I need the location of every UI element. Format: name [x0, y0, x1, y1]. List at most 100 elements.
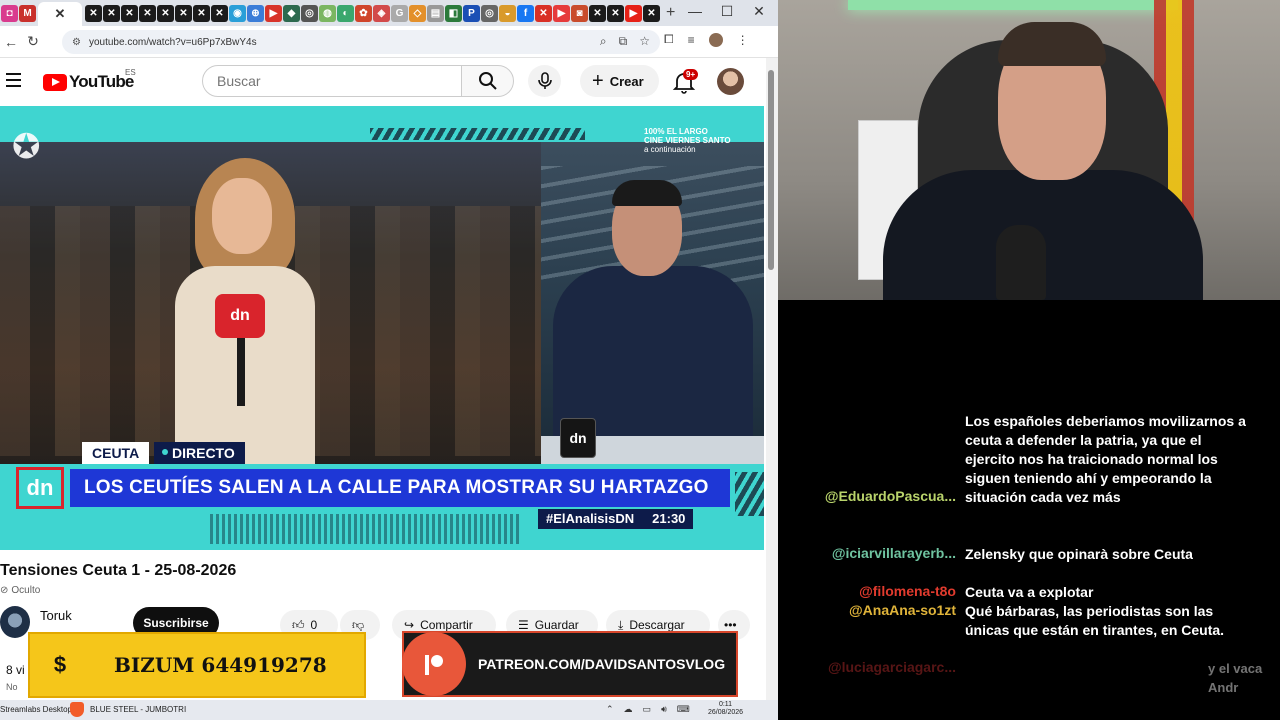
visibility-indicator: ⊘ Oculto — [0, 585, 40, 596]
url-field[interactable]: ⚙ youtube.com/watch?v=u6Pp7xBwY4s ⌕ ⧉ ☆ — [62, 30, 660, 54]
tab-x[interactable]: ✕ — [121, 4, 138, 22]
tab-favicon[interactable]: ◈ — [373, 4, 390, 22]
tab-favicon[interactable]: ✿ — [355, 4, 372, 22]
tab-x[interactable]: ✕ — [175, 4, 192, 22]
minimize-button[interactable]: — — [680, 3, 710, 19]
create-label: Crear — [609, 73, 644, 89]
chat-message-text: Zelensky que opinarà sobre Ceuta — [965, 546, 1193, 562]
view-subline: No — [6, 682, 18, 692]
reporter-face — [212, 178, 272, 254]
keyboard-icon[interactable]: ⌨ — [677, 704, 690, 715]
tab-favicon[interactable]: ▶ — [553, 4, 570, 22]
menu-hamburger-icon[interactable] — [6, 73, 21, 87]
tab-x[interactable]: ✕ — [643, 4, 660, 22]
system-tray: ⌃ ☁ ▭ 🔊︎ ⌨ — [606, 704, 690, 715]
tab-favicon[interactable]: f — [517, 4, 534, 22]
install-app-icon[interactable]: ⧉ — [619, 34, 628, 49]
decorative-stripes — [370, 128, 585, 140]
patreon-url: PATREON.COM/DAVIDSANTOSVLOG — [478, 656, 726, 672]
tab-favicon[interactable]: G — [391, 4, 408, 22]
active-tab[interactable]: ✕ — [38, 2, 82, 26]
patreon-logo — [402, 632, 466, 696]
cloud-icon[interactable]: ☁ — [624, 704, 633, 715]
tab-favicon[interactable]: ◒ — [499, 4, 516, 22]
tab-favicon[interactable]: ◙ — [571, 4, 588, 22]
tab-favicon[interactable]: ◇ — [409, 4, 426, 22]
clock-time: 0:11 — [718, 701, 733, 708]
tab-favicon[interactable]: ◉ — [229, 4, 246, 22]
tab-favicon[interactable]: ▤ — [427, 4, 444, 22]
hashtag-text: #ElAnalisisDN — [546, 511, 635, 526]
chat-username: @filomena-t8o — [859, 583, 956, 599]
tab-x[interactable]: ✕ — [589, 4, 606, 22]
tab-strip: ◘ M ✕ ✕ ✕ ✕ ✕ ✕ ✕ ✕ ✕ ◉ ⊕ ▶ ◆ ◎ ◍ ◐ ✿ ◈ … — [0, 0, 778, 26]
reload-icon[interactable]: ↻ — [22, 33, 44, 50]
chevron-up-icon[interactable]: ⌃ — [606, 704, 614, 715]
tab-favicon[interactable]: ◆ — [283, 4, 300, 22]
tab-x[interactable]: ✕ — [193, 4, 210, 22]
view-count: 8 vi — [6, 663, 25, 677]
tab-favicon[interactable]: ◍ — [319, 4, 336, 22]
bizum-number: BIZUM 644919278 — [114, 653, 327, 677]
zoom-icon[interactable]: ⌕ — [600, 34, 607, 49]
scrollbar-thumb[interactable] — [768, 70, 774, 270]
channel-avatar[interactable] — [0, 606, 30, 638]
tab-x[interactable]: ✕ — [139, 4, 156, 22]
tab-favicon[interactable]: M — [19, 4, 36, 22]
video-player[interactable]: dn ✪ dn 100% EL LARGO CINE VIERNES SANTO… — [0, 106, 764, 550]
tab-favicon[interactable]: ⊕ — [247, 4, 264, 22]
monitor-icon[interactable]: ▭ — [643, 704, 652, 715]
maximize-button[interactable]: ☐ — [712, 3, 742, 20]
extensions-icon[interactable]: ⧠ — [664, 32, 674, 47]
tab-favicon[interactable]: ▶ — [265, 4, 282, 22]
search-icon — [478, 72, 497, 90]
live-tag-label: DIRECTO — [172, 445, 235, 461]
tab-favicon[interactable]: ✕ — [535, 4, 552, 22]
account-avatar[interactable] — [717, 68, 744, 95]
broadcast-microphone: dn — [215, 294, 265, 338]
search-button[interactable] — [461, 65, 514, 97]
speaker-icon[interactable]: 🔊︎ — [661, 704, 667, 715]
search-input[interactable]: Buscar — [202, 65, 462, 97]
youtube-logo-text: YouTube — [69, 72, 134, 91]
tab-close-icon[interactable]: ✕ — [55, 6, 66, 22]
tab-x[interactable]: ✕ — [211, 4, 228, 22]
back-arrow-icon[interactable]: ← — [0, 34, 22, 50]
url-text[interactable]: youtube.com/watch?v=u6Pp7xBwY4s — [89, 37, 257, 48]
led-strip — [848, 0, 1178, 10]
patreon-icon — [425, 655, 443, 675]
tab-x[interactable]: ✕ — [103, 4, 120, 22]
brave-browser-icon[interactable] — [70, 702, 84, 717]
location-tag: CEUTA — [82, 442, 150, 464]
taskbar-clock[interactable]: 0:11 26/08/2026 — [708, 701, 743, 718]
upcoming-program-bug: 100% EL LARGO CINE VIERNES SANTO a conti… — [644, 127, 736, 164]
tab-favicon[interactable]: P — [463, 4, 480, 22]
create-button[interactable]: + Crear — [580, 65, 659, 97]
microphone-icon — [537, 72, 552, 89]
visibility-label: Oculto — [11, 585, 41, 596]
tab-x[interactable]: ✕ — [157, 4, 174, 22]
tab-favicon[interactable]: ◘ — [1, 4, 18, 22]
voice-search-button[interactable] — [528, 65, 561, 97]
bookmark-star-icon[interactable]: ☆ — [639, 34, 650, 49]
youtube-logo[interactable]: YouTube — [43, 72, 134, 92]
chat-username: @iciarvillarayerb... — [831, 545, 956, 561]
taskbar-app-window[interactable]: BLUE STEEL - JUMBOTRI — [90, 705, 186, 714]
program-hashtag: #ElAnalisisDN 21:30 — [538, 509, 694, 529]
tab-favicon[interactable]: ▶ — [625, 4, 642, 22]
taskbar-app-streamlabs[interactable]: Streamlabs Desktop — [0, 705, 72, 714]
tab-x[interactable]: ✕ — [85, 4, 102, 22]
close-window-button[interactable]: ✕ — [744, 3, 774, 20]
channel-name[interactable]: Toruk — [40, 608, 72, 623]
tab-x[interactable]: ✕ — [607, 4, 624, 22]
browser-menu-icon[interactable]: ⋮ — [737, 33, 749, 47]
tab-favicon[interactable]: ◎ — [301, 4, 318, 22]
tab-favicon[interactable]: ◎ — [481, 4, 498, 22]
tab-favicon[interactable]: ◐ — [337, 4, 354, 22]
thumbs-up-icon: 👍︎ — [292, 617, 305, 632]
profile-avatar[interactable] — [708, 32, 723, 47]
media-controls-icon[interactable]: ≡ — [688, 33, 695, 47]
tab-favicon[interactable]: ◧ — [445, 4, 462, 22]
site-info-icon[interactable]: ⚙ — [72, 37, 81, 48]
news-lower-third: CEUTA DIRECTO dn LOS CEUTÍES SALEN A LA … — [0, 442, 764, 550]
